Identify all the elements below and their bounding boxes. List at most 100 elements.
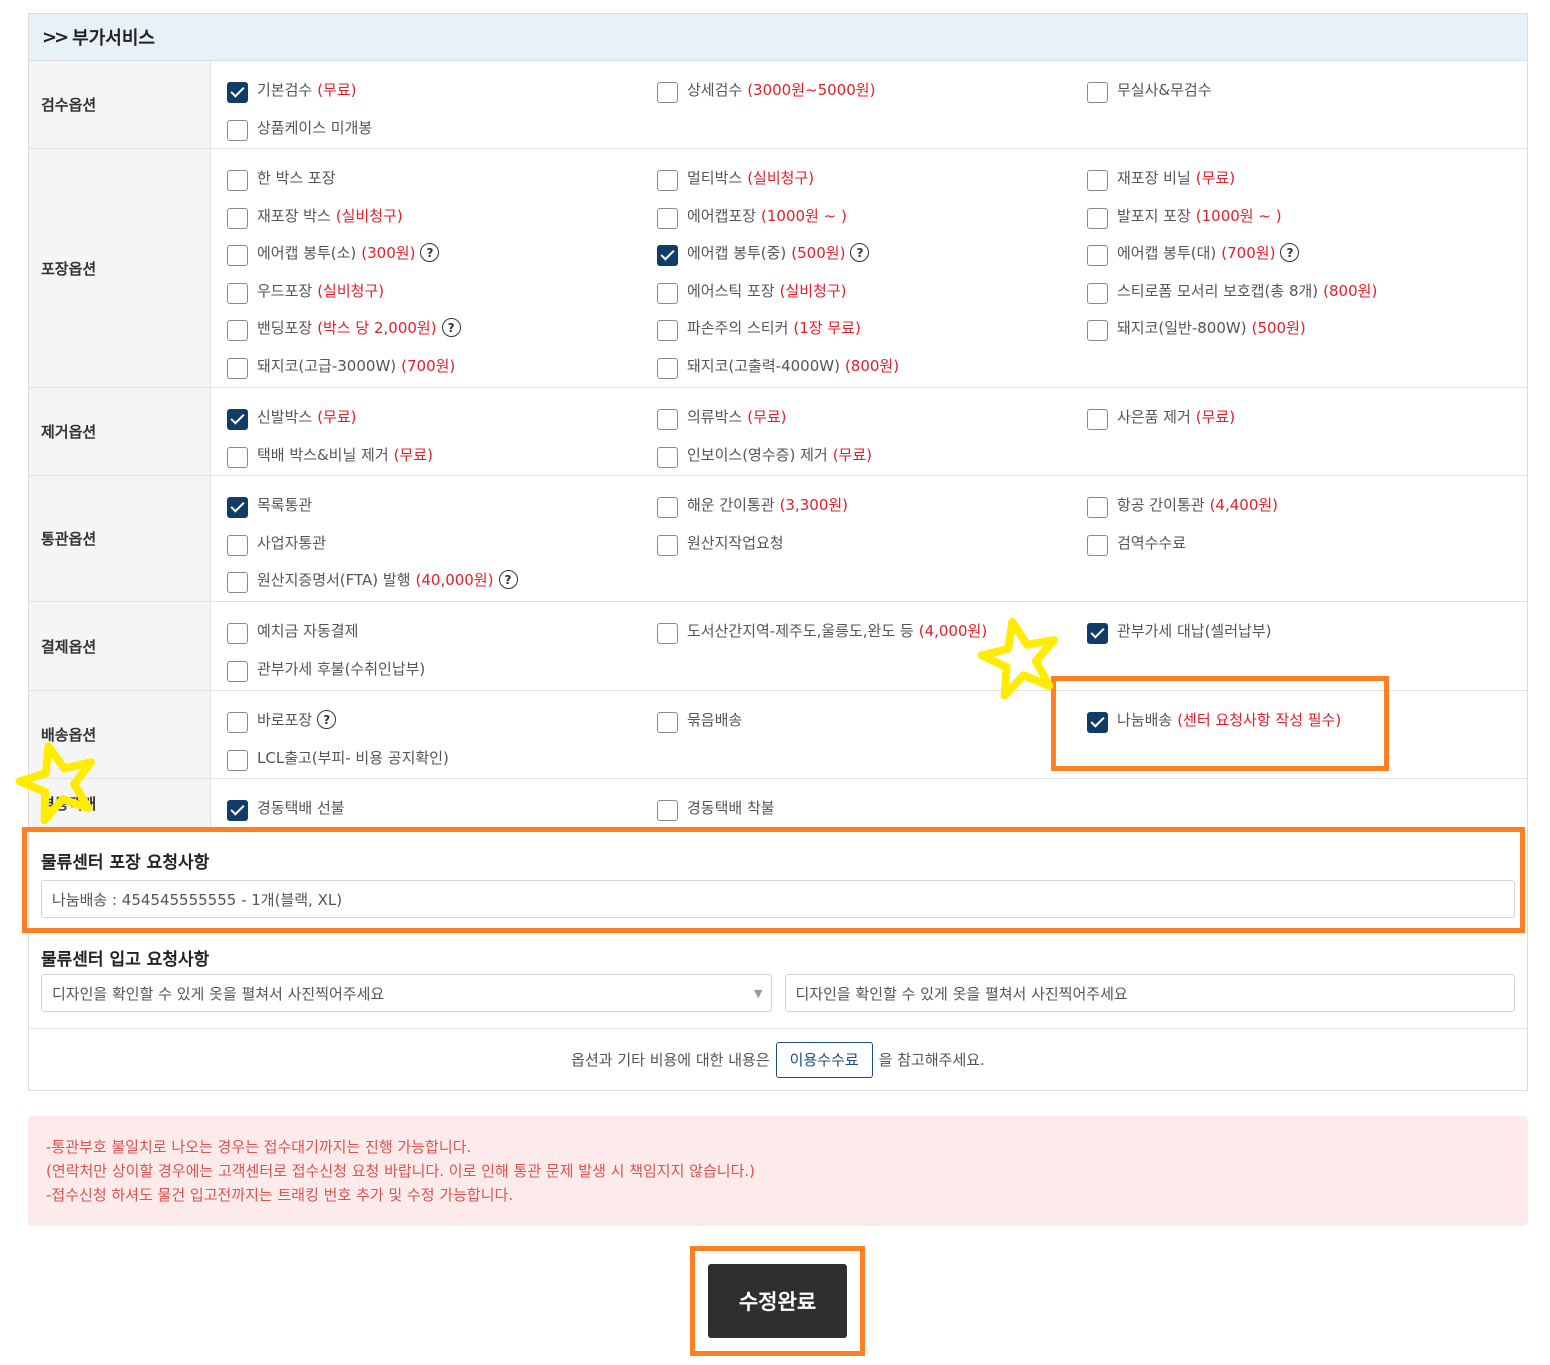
checkbox-unchecked[interactable] bbox=[1087, 320, 1108, 342]
option-item-label: 무실사&무검수 bbox=[1117, 81, 1212, 100]
option-item[interactable]: 사은품 제거 (무료) bbox=[1087, 398, 1517, 436]
checkbox-unchecked[interactable] bbox=[227, 712, 248, 734]
checkbox-unchecked[interactable] bbox=[657, 170, 678, 192]
checkbox-unchecked[interactable] bbox=[657, 82, 678, 104]
checkbox-unchecked[interactable] bbox=[227, 320, 248, 342]
option-item[interactable]: 스티로폼 모서리 보호캡(총 8개) (800원) bbox=[1087, 272, 1517, 310]
checkbox-unchecked[interactable] bbox=[1087, 207, 1108, 229]
checkbox-unchecked[interactable] bbox=[657, 409, 678, 431]
option-item[interactable]: 에어스틱 포장 (실비청구) bbox=[657, 272, 1087, 310]
option-item[interactable]: 재포장 비닐 (무료) bbox=[1087, 159, 1517, 197]
help-question-icon[interactable]: ? bbox=[850, 243, 870, 263]
option-item[interactable]: 파손주의 스티커 (1장 무료) bbox=[657, 309, 1087, 347]
option-item[interactable]: 우드포장 (실비청구) bbox=[227, 272, 657, 310]
option-item[interactable]: 돼지코(고출력-4000W) (800원) bbox=[657, 347, 1087, 385]
checkbox-unchecked[interactable] bbox=[657, 623, 678, 645]
checkbox-checked[interactable] bbox=[227, 409, 248, 431]
checkbox-unchecked[interactable] bbox=[227, 282, 248, 304]
help-question-icon[interactable]: ? bbox=[420, 243, 440, 263]
option-item[interactable]: 신발박스 (무료) bbox=[227, 398, 657, 436]
option-item-label: 검역수수료 bbox=[1117, 533, 1187, 552]
option-item-price: (3000원~5000원) bbox=[747, 81, 876, 100]
option-item[interactable]: 멀티박스 (실비청구) bbox=[657, 159, 1087, 197]
option-item[interactable]: 원산지작업요청 bbox=[657, 524, 1087, 562]
help-question-icon[interactable]: ? bbox=[317, 710, 337, 730]
checkbox-unchecked[interactable] bbox=[657, 357, 678, 379]
checkbox-unchecked[interactable] bbox=[1087, 170, 1108, 192]
checkbox-unchecked[interactable] bbox=[657, 207, 678, 229]
option-item[interactable]: 상세검수 (3000원~5000원) bbox=[657, 71, 1087, 109]
checkbox-checked[interactable] bbox=[1087, 623, 1108, 645]
checkbox-unchecked[interactable] bbox=[657, 800, 678, 822]
checkbox-unchecked[interactable] bbox=[657, 497, 678, 519]
checkbox-unchecked[interactable] bbox=[227, 357, 248, 379]
checkbox-unchecked[interactable] bbox=[657, 320, 678, 342]
checkbox-unchecked[interactable] bbox=[1087, 409, 1108, 431]
option-item[interactable]: 원산지증명서(FTA) 발행 (40,000원)? bbox=[227, 561, 657, 599]
option-item[interactable]: 예치금 자동결제 bbox=[227, 612, 657, 650]
checkbox-unchecked[interactable] bbox=[227, 119, 248, 141]
checkbox-unchecked[interactable] bbox=[657, 712, 678, 734]
option-item[interactable]: 에어캡포장 (1000원 ~ ) bbox=[657, 197, 1087, 235]
option-item[interactable]: LCL출고(부피- 비용 공지확인) bbox=[227, 739, 657, 777]
option-item[interactable]: 사업자통관 bbox=[227, 524, 657, 562]
option-item-label: 해운 간이통관 bbox=[687, 496, 775, 515]
option-item-price: (800원) bbox=[844, 356, 900, 375]
help-question-icon[interactable]: ? bbox=[498, 570, 518, 590]
checkbox-checked[interactable] bbox=[227, 82, 248, 104]
checkbox-unchecked[interactable] bbox=[1087, 82, 1108, 104]
fee-info-button[interactable]: 이용수수료 bbox=[775, 1041, 873, 1078]
checkbox-unchecked[interactable] bbox=[657, 282, 678, 304]
option-item[interactable]: 의류박스 (무료) bbox=[657, 398, 1087, 436]
option-item[interactable]: 상품케이스 미개봉 bbox=[227, 109, 657, 147]
checkbox-checked[interactable] bbox=[227, 800, 248, 822]
checkbox-unchecked[interactable] bbox=[657, 534, 678, 556]
option-item-label: 에어스틱 포장 bbox=[687, 281, 775, 300]
option-item[interactable]: 돼지코(고급-3000W) (700원) bbox=[227, 347, 657, 385]
checkbox-unchecked[interactable] bbox=[1087, 534, 1108, 556]
option-item[interactable]: 관부가세 후불(수취인납부) bbox=[227, 650, 657, 688]
checkbox-unchecked[interactable] bbox=[1087, 245, 1108, 267]
option-item[interactable]: 관부가세 대납(셀러납부) bbox=[1087, 612, 1517, 650]
option-item[interactable]: 한 박스 포장 bbox=[227, 159, 657, 197]
help-question-icon[interactable]: ? bbox=[1280, 243, 1300, 263]
help-question-icon[interactable]: ? bbox=[441, 318, 461, 338]
checkbox-checked[interactable] bbox=[657, 245, 678, 267]
option-item[interactable]: 발포지 포장 (1000원 ~ ) bbox=[1087, 197, 1517, 235]
option-item[interactable]: 돼지코(일반-800W) (500원) bbox=[1087, 309, 1517, 347]
option-item[interactable]: 해운 간이통관 (3,300원) bbox=[657, 486, 1087, 524]
option-item[interactable]: 항공 간이통관 (4,400원) bbox=[1087, 486, 1517, 524]
checkbox-unchecked[interactable] bbox=[227, 623, 248, 645]
option-item[interactable]: 재포장 박스 (실비청구) bbox=[227, 197, 657, 235]
checkbox-unchecked[interactable] bbox=[657, 446, 678, 468]
option-item[interactable]: 에어캡 봉투(소) (300원)? bbox=[227, 234, 657, 272]
checkbox-unchecked[interactable] bbox=[227, 245, 248, 267]
option-item[interactable]: 기본검수 (무료) bbox=[227, 71, 657, 109]
checkbox-checked[interactable] bbox=[227, 497, 248, 519]
option-item[interactable]: 무실사&무검수 bbox=[1087, 71, 1517, 109]
checkbox-unchecked[interactable] bbox=[227, 534, 248, 556]
checkbox-unchecked[interactable] bbox=[1087, 282, 1108, 304]
option-item[interactable]: 인보이스(영수증) 제거 (무료) bbox=[657, 436, 1087, 474]
checkbox-unchecked[interactable] bbox=[227, 170, 248, 192]
checkbox-unchecked[interactable] bbox=[227, 207, 248, 229]
inbound-request-input[interactable]: 디자인을 확인할 수 있게 옷을 펼쳐서 사진찍어주세요 bbox=[784, 974, 1515, 1012]
option-item[interactable]: 바로포장? bbox=[227, 701, 657, 739]
option-item[interactable]: 택배 박스&비닐 제거 (무료) bbox=[227, 436, 657, 474]
option-item[interactable]: 에어캡 봉투(대) (700원)? bbox=[1087, 234, 1517, 272]
checkbox-unchecked[interactable] bbox=[227, 572, 248, 594]
option-item[interactable]: 목록통관 bbox=[227, 486, 657, 524]
checkbox-unchecked[interactable] bbox=[227, 749, 248, 771]
option-item[interactable]: 경동택배 착불 bbox=[657, 789, 1087, 827]
option-item[interactable]: 밴딩포장 (박스 당 2,000원)? bbox=[227, 309, 657, 347]
option-item[interactable]: 묶음배송 bbox=[657, 701, 1087, 739]
option-item-label: 돼지코(일반-800W) bbox=[1117, 319, 1247, 338]
inbound-request-select[interactable]: 디자인을 확인할 수 있게 옷을 펼쳐서 사진찍어주세요 ▼ bbox=[41, 974, 772, 1012]
checkbox-unchecked[interactable] bbox=[227, 446, 248, 468]
checkbox-unchecked[interactable] bbox=[1087, 497, 1108, 519]
option-item[interactable]: 검역수수료 bbox=[1087, 524, 1517, 562]
checkbox-unchecked[interactable] bbox=[227, 660, 248, 682]
option-item-label: 상품케이스 미개봉 bbox=[257, 118, 373, 137]
option-item[interactable]: 경동택배 선불 bbox=[227, 789, 657, 827]
option-item[interactable]: 에어캡 봉투(중) (500원)? bbox=[657, 234, 1087, 272]
